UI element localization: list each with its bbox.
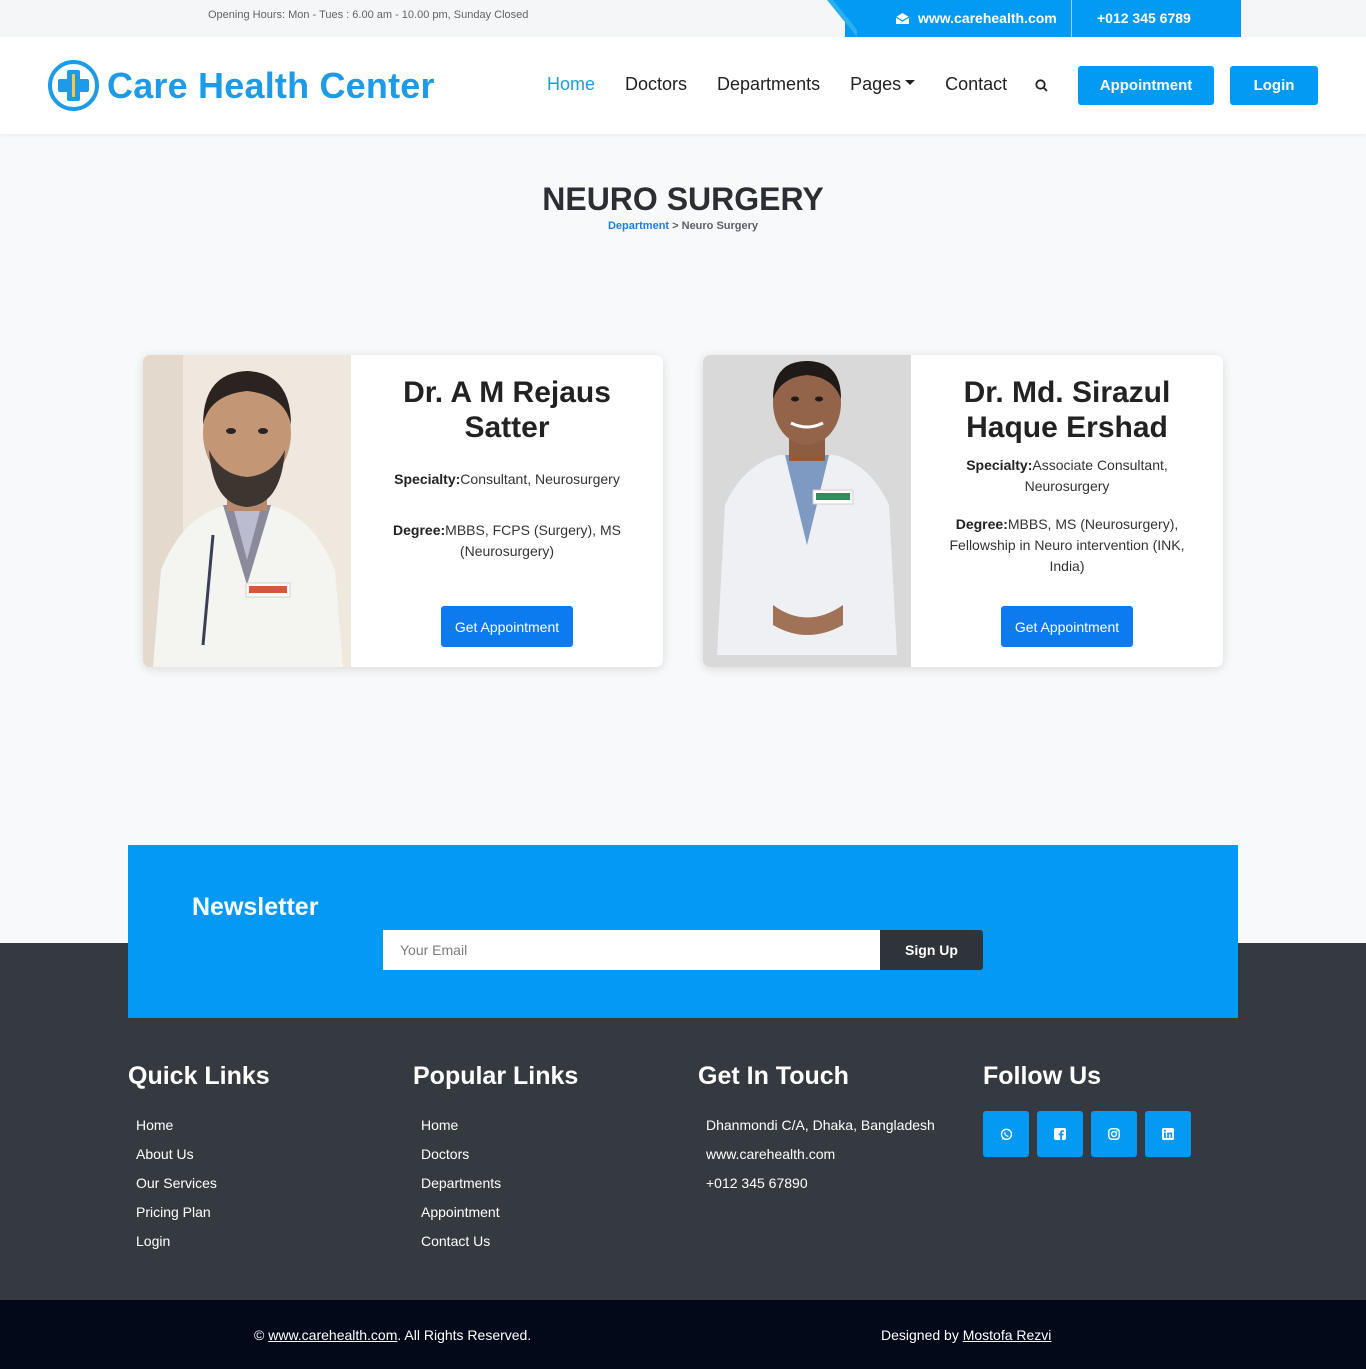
linkedin-button[interactable] <box>1145 1111 1191 1157</box>
medical-cross-logo-icon <box>48 60 99 111</box>
follow-us-column: Follow Us <box>983 1062 1191 1157</box>
doctor-specialty: Specialty:Associate Consultant, Neurosur… <box>911 455 1223 497</box>
newsletter-section: Newsletter Sign Up <box>128 845 1238 1018</box>
opening-hours: Opening Hours: Mon - Tues : 6.00 am - 10… <box>208 9 529 21</box>
doctor-card: Dr. Md. Sirazul Haque Ershad Specialty:A… <box>703 355 1223 667</box>
footer-website: www.carehealth.com <box>706 1146 836 1162</box>
footer-link-about[interactable]: About Us <box>136 1146 194 1162</box>
nav-doctors[interactable]: Doctors <box>625 74 687 95</box>
copyright-text: © www.carehealth.com. All Rights Reserve… <box>254 1327 531 1343</box>
doctor-degree: Degree:MBBS, MS (Neurosurgery), Fellowsh… <box>911 514 1223 577</box>
footer-link-appointment[interactable]: Appointment <box>421 1204 500 1220</box>
footer-link-contact[interactable]: Contact Us <box>421 1233 490 1249</box>
designer-credit: Designed by Mostofa Rezvi <box>881 1327 1051 1343</box>
copyright-rest: . All Rights Reserved. <box>397 1327 532 1343</box>
social-links <box>983 1111 1191 1157</box>
whatsapp-button[interactable] <box>983 1111 1029 1157</box>
instagram-icon <box>1108 1128 1120 1140</box>
get-in-touch-column: Get In Touch Dhanmondi C/A, Dhaka, Bangl… <box>698 1062 935 1198</box>
breadcrumb-current: Neuro Surgery <box>681 220 759 232</box>
footer-link-services[interactable]: Our Services <box>136 1175 217 1191</box>
popular-links-column: Popular Links Home Doctors Departments A… <box>413 1062 578 1256</box>
appointment-button[interactable]: Appointment <box>1078 66 1214 105</box>
instagram-button[interactable] <box>1091 1111 1137 1157</box>
facebook-icon <box>1054 1128 1066 1140</box>
footer-address: Dhanmondi C/A, Dhaka, Bangladesh <box>706 1117 935 1133</box>
get-appointment-button[interactable]: Get Appointment <box>1001 606 1133 647</box>
linkedin-icon <box>1162 1128 1174 1140</box>
specialty-label: Specialty: <box>966 457 1033 473</box>
login-button[interactable]: Login <box>1230 66 1318 105</box>
follow-us-title: Follow Us <box>983 1062 1102 1090</box>
doctor-photo <box>703 355 911 667</box>
doctor-info: Dr. Md. Sirazul Haque Ershad Specialty:A… <box>911 355 1223 667</box>
popular-links-title: Popular Links <box>413 1062 579 1090</box>
copyright-symbol: © <box>254 1327 269 1343</box>
doctor-name: Dr. Md. Sirazul Haque Ershad <box>963 376 1171 444</box>
phone-link[interactable]: +012 345 6789 <box>1097 10 1191 26</box>
signup-button[interactable]: Sign Up <box>880 930 983 970</box>
search-icon[interactable] <box>1035 79 1048 92</box>
nav-departments[interactable]: Departments <box>717 74 820 95</box>
website-link[interactable]: www.carehealth.com <box>895 10 1057 26</box>
specialty-value: Associate Consultant, Neurosurgery <box>1024 457 1168 494</box>
nav-links: Home Doctors Departments Pages Contact <box>547 74 1007 95</box>
brand-name: Care Health Center <box>107 64 435 106</box>
quick-links-title: Quick Links <box>128 1062 270 1090</box>
get-appointment-button[interactable]: Get Appointment <box>441 606 573 647</box>
doctor-specialty: Specialty:Consultant, Neurosurgery <box>351 469 663 490</box>
degree-label: Degree: <box>955 516 1008 532</box>
quick-links-column: Quick Links Home About Us Our Services P… <box>128 1062 270 1256</box>
envelope-open-icon <box>895 12 910 24</box>
website-text: www.carehealth.com <box>918 10 1057 26</box>
footer-link-doctors[interactable]: Doctors <box>421 1146 469 1162</box>
contact-strip: www.carehealth.com +012 345 6789 <box>815 0 1241 37</box>
specialty-label: Specialty: <box>394 471 461 487</box>
footer-link-home[interactable]: Home <box>136 1117 173 1133</box>
footer-link-login[interactable]: Login <box>136 1233 170 1249</box>
doctor-photo <box>143 355 351 667</box>
whatsapp-icon <box>1000 1128 1012 1140</box>
degree-label: Degree: <box>393 522 446 538</box>
footer-link-home[interactable]: Home <box>421 1117 458 1133</box>
doctor-card: Dr. A M Rejaus Satter Specialty:Consulta… <box>143 355 663 667</box>
copyright-bar: © www.carehealth.com. All Rights Reserve… <box>0 1300 1366 1369</box>
doctor-name: Dr. A M Rejaus Satter <box>403 376 611 444</box>
footer-link-departments[interactable]: Departments <box>421 1175 501 1191</box>
page-title: NEURO SURGERY <box>542 181 824 217</box>
doctor-info: Dr. A M Rejaus Satter Specialty:Consulta… <box>351 355 663 667</box>
nav-pages-label: Pages <box>850 74 902 94</box>
breadcrumb: Department > Neuro Surgery <box>0 220 1366 232</box>
specialty-value: Consultant, Neurosurgery <box>460 471 620 487</box>
breadcrumb-department-link[interactable]: Department <box>608 220 669 232</box>
top-info-bar: Opening Hours: Mon - Tues : 6.00 am - 10… <box>0 0 1366 37</box>
facebook-button[interactable] <box>1037 1111 1083 1157</box>
newsletter-email-input[interactable] <box>383 930 880 970</box>
doctor-degree: Degree:MBBS, FCPS (Surgery), MS (Neurosu… <box>351 520 663 562</box>
brand-link[interactable]: Care Health Center <box>48 60 435 111</box>
caret-down-icon <box>905 79 916 85</box>
footer-link-pricing[interactable]: Pricing Plan <box>136 1204 211 1220</box>
nav-pages-dropdown[interactable]: Pages <box>850 74 916 95</box>
designer-link[interactable]: Mostofa Rezvi <box>963 1327 1052 1343</box>
nav-home[interactable]: Home <box>547 74 595 95</box>
main-navbar: Care Health Center Home Doctors Departme… <box>0 37 1366 134</box>
newsletter-title: Newsletter <box>192 893 319 921</box>
get-in-touch-title: Get In Touch <box>698 1062 849 1090</box>
copyright-site-link[interactable]: www.carehealth.com <box>268 1327 397 1343</box>
nav-contact[interactable]: Contact <box>945 74 1007 95</box>
degree-value: MBBS, FCPS (Surgery), MS (Neurosurgery) <box>445 522 621 559</box>
footer-phone: +012 345 67890 <box>706 1175 808 1191</box>
breadcrumb-separator: > <box>669 220 682 232</box>
designed-by-label: Designed by <box>881 1327 963 1343</box>
